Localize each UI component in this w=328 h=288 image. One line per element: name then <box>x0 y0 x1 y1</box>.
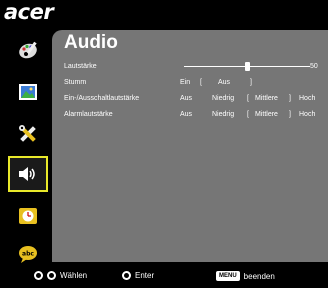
sidebar-item-image[interactable] <box>8 74 48 110</box>
mute-row[interactable]: Stumm Ein [ Aus ] <box>64 77 326 89</box>
power-volume-row[interactable]: Ein-/Ausschaltlautstärke Aus Niedrig [ M… <box>64 93 326 105</box>
svg-text:abc: abc <box>22 251 34 258</box>
timer-icon <box>19 208 37 224</box>
exit-hint: MENU beenden <box>216 271 275 281</box>
selection-bracket-open: [ <box>247 111 249 118</box>
mute-option-on[interactable]: Ein <box>180 77 190 89</box>
selection-bracket-open: [ <box>247 95 249 102</box>
alarm-volume-option-low[interactable]: Niedrig <box>212 109 234 121</box>
alarm-volume-row[interactable]: Alarmlautstärke Aus Niedrig [ Mittlere ]… <box>64 109 326 121</box>
menu-sidebar: abc <box>4 30 48 263</box>
power-volume-option-low[interactable]: Niedrig <box>212 93 234 105</box>
enter-hint: Enter <box>122 271 154 280</box>
select-hint: Wählen <box>34 271 87 280</box>
page-title: Audio <box>64 32 118 53</box>
image-icon <box>19 84 37 100</box>
sidebar-item-color[interactable] <box>8 32 48 68</box>
power-volume-option-medium[interactable]: Mittlere <box>255 93 278 105</box>
select-label: Wählen <box>60 271 88 280</box>
selection-bracket-close: ] <box>250 79 252 86</box>
mute-option-off[interactable]: Aus <box>218 77 230 89</box>
audio-panel: Audio Lautstärke 50 Stumm Ein [ Aus ] Ei… <box>52 30 328 262</box>
menu-key-icon: MENU <box>216 271 240 281</box>
selection-bracket-close: ] <box>289 95 291 102</box>
sidebar-item-timer[interactable] <box>8 198 48 234</box>
alarm-volume-option-medium[interactable]: Mittlere <box>255 109 278 121</box>
speaker-icon <box>19 167 35 181</box>
power-volume-option-high[interactable]: Hoch <box>299 93 315 105</box>
volume-slider-handle[interactable] <box>244 62 250 71</box>
language-bubble-icon: abc <box>19 246 37 263</box>
down-button-icon <box>47 271 56 280</box>
volume-value: 50 <box>310 63 318 70</box>
sidebar-item-settings[interactable] <box>8 116 48 152</box>
alarm-volume-option-off[interactable]: Aus <box>180 109 192 121</box>
mute-label: Stumm <box>64 79 87 86</box>
acer-logo: acer <box>4 0 54 24</box>
alarm-volume-option-high[interactable]: Hoch <box>299 109 315 121</box>
power-volume-label: Ein-/Ausschaltlautstärke <box>64 95 140 102</box>
selection-bracket-close: ] <box>289 111 291 118</box>
enter-label: Enter <box>135 271 155 280</box>
exit-label: beenden <box>243 271 275 281</box>
alarm-volume-label: Alarmlautstärke <box>64 111 113 118</box>
up-button-icon <box>34 271 43 280</box>
selection-bracket-open: [ <box>200 79 202 86</box>
projector-osd: acer abc Audio Lautstärke 50 Stumm Ein [… <box>0 0 328 288</box>
wrench-icon <box>19 125 36 142</box>
enter-button-icon <box>122 271 131 280</box>
volume-row[interactable]: Lautstärke 50 <box>64 61 326 73</box>
volume-label: Lautstärke <box>64 63 97 70</box>
footer-hints: Wählen Enter MENU beenden <box>0 264 328 288</box>
power-volume-option-off[interactable]: Aus <box>180 93 192 105</box>
sidebar-item-audio[interactable] <box>8 156 48 192</box>
palette-icon <box>19 41 37 59</box>
volume-slider[interactable] <box>184 62 310 71</box>
